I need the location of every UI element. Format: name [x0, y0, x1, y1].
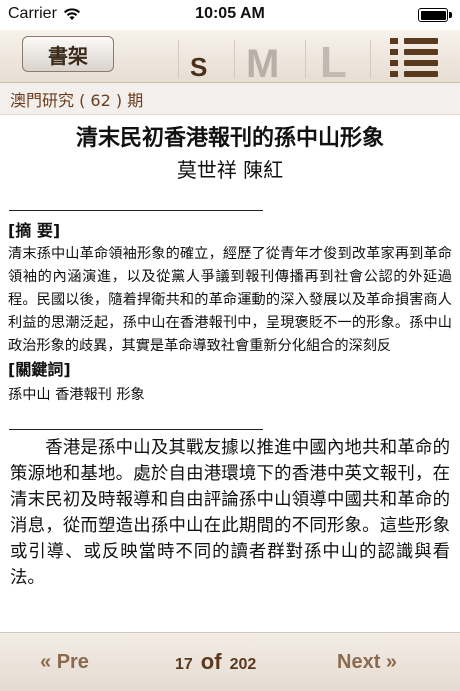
of-label: of	[200, 649, 222, 674]
toolbar-divider	[234, 40, 235, 78]
article-title: 清末民初香港報刊的孫中山形象	[75, 126, 384, 151]
next-label: Next	[337, 651, 381, 673]
body-text: 香港是孫中山及其戰友據以推進中國內地共和革命的策源地和基地。處於自由港環境下的香…	[10, 438, 450, 588]
breadcrumb: 澳門研究 ( 62 ) 期	[0, 83, 460, 115]
keywords-heading: [關鍵詞]	[8, 360, 71, 379]
section-divider	[9, 210, 263, 211]
total-pages: 202	[229, 656, 257, 673]
abstract-text: 清末孫中山革命領袖形象的確立，經歷了從青年才俊到改革家再到革命領袖的內涵演進，以…	[8, 246, 452, 354]
previous-label: Pre	[56, 651, 89, 673]
toolbar-divider	[370, 40, 371, 78]
abstract-heading: [摘 要]	[8, 221, 61, 240]
battery-icon	[418, 8, 452, 22]
current-page: 17	[175, 656, 193, 673]
page-navigation: « Pre 17 of 202 Next »	[0, 632, 460, 691]
status-time: 10:05 AM	[195, 5, 265, 22]
next-page-button[interactable]: Next »	[337, 651, 397, 674]
font-size-small-button[interactable]: S	[190, 52, 207, 83]
page-indicator: 17 of 202	[175, 649, 256, 675]
previous-page-button[interactable]: « Pre	[40, 651, 89, 674]
article-authors: 莫世祥 陳紅	[176, 158, 284, 182]
section-divider	[9, 429, 263, 430]
font-size-medium-button[interactable]: M	[246, 42, 279, 87]
article-content[interactable]: 清末民初香港報刊的孫中山形象 莫世祥 陳紅 [摘 要] 清末孫中山革命領袖形象的…	[0, 115, 460, 632]
toolbar-divider	[305, 40, 306, 78]
font-size-large-button[interactable]: L	[320, 38, 347, 88]
double-chevron-right-icon: »	[385, 651, 398, 673]
body-paragraph: 香港是孫中山及其戰友據以推進中國內地共和革命的策源地和基地。處於自由港環境下的香…	[0, 435, 460, 591]
status-bar: Carrier 10:05 AM	[0, 0, 460, 30]
table-of-contents-icon[interactable]	[390, 38, 438, 78]
toolbar-divider	[178, 40, 179, 78]
double-chevron-left-icon: «	[40, 651, 52, 673]
bookshelf-button[interactable]: 書架	[22, 36, 114, 72]
keywords-text: 孫中山 香港報刊 形象	[8, 387, 145, 403]
